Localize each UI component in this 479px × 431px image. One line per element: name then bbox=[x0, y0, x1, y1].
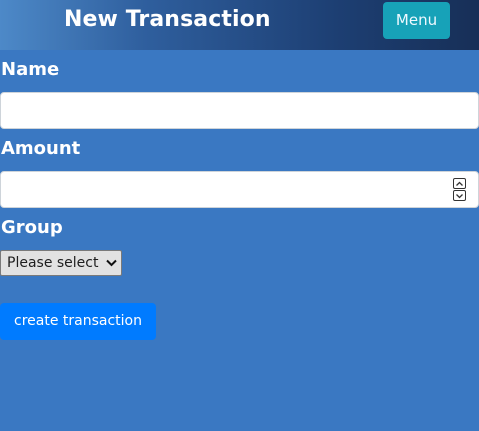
amount-spinner[interactable] bbox=[453, 178, 466, 202]
menu-button[interactable]: Menu bbox=[383, 2, 450, 39]
spinner-down-button[interactable] bbox=[453, 190, 466, 201]
group-label: Group bbox=[1, 217, 63, 238]
chevron-down-icon bbox=[456, 194, 463, 199]
chevron-down-icon bbox=[106, 259, 117, 267]
chevron-up-icon bbox=[456, 181, 463, 186]
header-bar: New Transaction Menu bbox=[0, 0, 479, 50]
name-input[interactable] bbox=[0, 92, 479, 129]
amount-label: Amount bbox=[1, 138, 81, 159]
page-title: New Transaction bbox=[64, 7, 271, 32]
name-label: Name bbox=[1, 59, 60, 80]
group-select-value: Please select bbox=[7, 255, 99, 271]
create-transaction-button[interactable]: create transaction bbox=[0, 303, 156, 340]
group-select[interactable]: Please select bbox=[0, 250, 122, 276]
spinner-up-button[interactable] bbox=[453, 178, 466, 189]
amount-input[interactable] bbox=[0, 171, 479, 208]
app-root: New Transaction Menu Name Amount Group P… bbox=[0, 0, 479, 431]
